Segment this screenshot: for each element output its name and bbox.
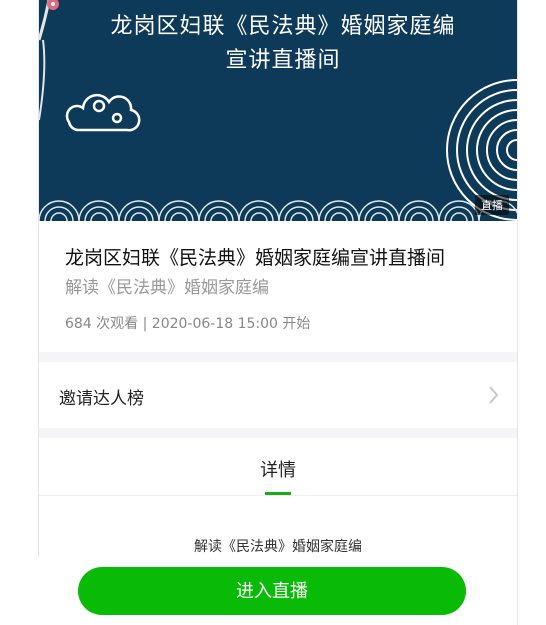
page-container: 龙岗区妇联《民法典》婚姻家庭编 宣讲直播间 直播 龙岗区妇联《民法典》婚姻家庭编… — [38, 0, 518, 625]
invite-ranking-row[interactable]: 邀请达人榜 — [39, 362, 517, 428]
banner-title-line1: 龙岗区妇联《民法典》婚姻家庭编 — [110, 14, 456, 39]
live-subtitle: 解读《民法典》婚姻家庭编 — [65, 278, 269, 298]
live-title: 龙岗区妇联《民法典》婚姻家庭编宣讲直播间 — [65, 247, 446, 269]
invite-ranking-label: 邀请达人榜 — [59, 389, 144, 409]
tab-details[interactable]: 详情 — [39, 456, 517, 482]
live-badge: 直播 — [475, 195, 509, 215]
live-info-card: 龙岗区妇联《民法典》婚姻家庭编宣讲直播间 解读《民法典》婚姻家庭编 684 次观… — [39, 221, 517, 352]
chevron-right-icon — [489, 386, 499, 404]
live-banner[interactable]: 龙岗区妇联《民法典》婚姻家庭编 宣讲直播间 直播 — [39, 0, 517, 221]
banner-title-line2: 宣讲直播间 — [225, 48, 341, 73]
detail-description: 解读《民法典》婚姻家庭编 — [194, 539, 362, 555]
enter-live-button[interactable]: 进入直播 — [78, 567, 466, 615]
tab-divider — [39, 495, 517, 496]
bottom-action-bar: 进入直播 — [32, 557, 514, 625]
live-meta: 684 次观看 | 2020-06-18 15:00 开始 — [65, 316, 311, 332]
banner-title: 龙岗区妇联《民法典》婚姻家庭编 宣讲直播间 — [79, 10, 487, 78]
